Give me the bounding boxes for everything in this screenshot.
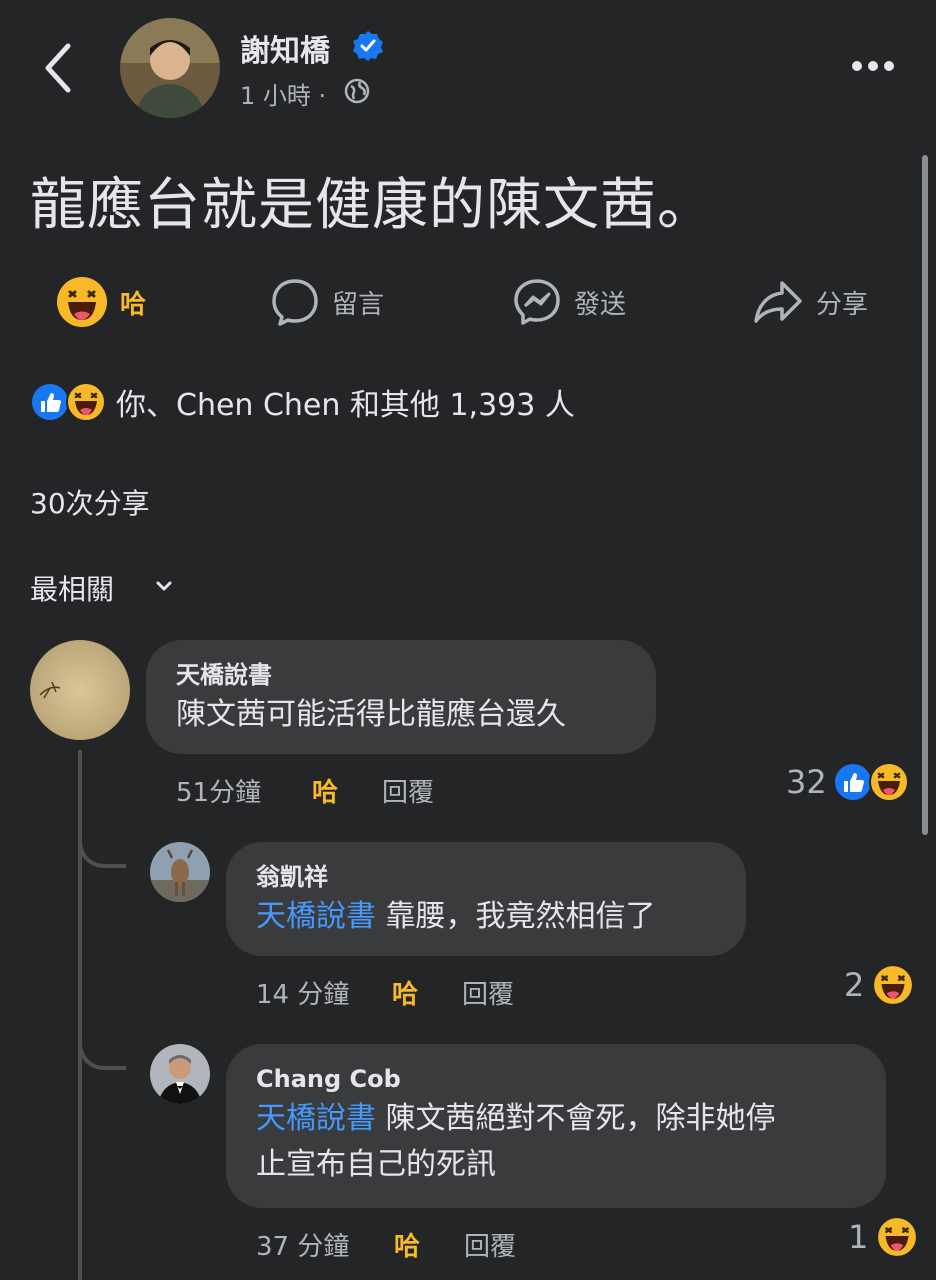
reactions-summary[interactable]: 你、Chen Chen 和其他 1,393 人: [30, 380, 575, 424]
comment-react-button[interactable]: 哈: [392, 974, 418, 1011]
react-label: 哈: [120, 289, 147, 320]
comment-text: 靠腰，我竟然相信了: [385, 899, 656, 934]
back-button[interactable]: [38, 40, 78, 96]
share-button[interactable]: 分享: [752, 276, 868, 328]
reaction-count: 2: [844, 966, 865, 1004]
haha-icon: [872, 964, 915, 1006]
comment-button[interactable]: 留言: [270, 276, 384, 328]
commenter-avatar[interactable]: [150, 1044, 210, 1104]
comment-reactions[interactable]: 32: [786, 762, 909, 802]
send-button[interactable]: 發送: [512, 276, 626, 328]
comment-text: 陳文茜可能活得比龍應台還久: [176, 697, 566, 732]
comment-label: 留言: [332, 289, 385, 320]
comment-body: 天橋說書 陳文茜絕對不會死，除非她停: [256, 1096, 856, 1142]
more-dot: [868, 61, 878, 71]
commenter-avatar[interactable]: [30, 640, 130, 740]
haha-icon: [868, 762, 909, 802]
haha-icon: [57, 277, 107, 327]
shares-count[interactable]: 30次分享: [30, 482, 150, 522]
haha-icon: [66, 382, 106, 422]
thread-branch: [78, 820, 126, 868]
send-label: 發送: [574, 289, 627, 320]
more-dot: [884, 61, 894, 71]
share-icon: [754, 281, 802, 323]
author-avatar[interactable]: [120, 18, 220, 118]
comment-body: 天橋說書 靠腰，我竟然相信了: [256, 894, 716, 940]
more-icon: [852, 61, 862, 71]
thread-branch: [78, 1022, 126, 1070]
comment-time[interactable]: 51分鐘: [176, 772, 261, 809]
post-time[interactable]: 1 小時 ·: [240, 76, 326, 111]
comment-react-button[interactable]: 哈: [312, 772, 338, 809]
chevron-down-icon: [156, 581, 172, 591]
comment-reactions[interactable]: 2: [844, 964, 915, 1006]
comment-react-button[interactable]: 哈: [394, 1226, 420, 1263]
more-options-button[interactable]: [852, 56, 900, 75]
audience-globe: [344, 78, 370, 104]
reaction-icons: [30, 382, 106, 422]
scrollbar[interactable]: [922, 155, 928, 835]
like-icon: [832, 762, 873, 802]
share-label: 分享: [816, 289, 869, 320]
comment-author[interactable]: Chang Cob: [256, 1062, 856, 1096]
like-icon: [30, 382, 70, 422]
commenter-avatar[interactable]: [150, 842, 210, 902]
comment-author[interactable]: 翁凱祥: [256, 860, 716, 894]
mention-link[interactable]: 天橋說書: [256, 1101, 376, 1136]
react-button[interactable]: 哈: [56, 276, 146, 328]
comment-reply-button[interactable]: 回覆: [382, 772, 434, 809]
globe-icon: [344, 78, 370, 104]
comment-reply-button[interactable]: 回覆: [462, 974, 514, 1011]
comment-text-line2: 止宣布自己的死訊: [256, 1147, 496, 1182]
comment-author[interactable]: 天橋說書: [176, 658, 626, 692]
reactions-text: 你、Chen Chen 和其他 1,393 人: [116, 388, 575, 423]
comment-reactions[interactable]: 1: [848, 1216, 919, 1258]
comment-sort-label[interactable]: 最相關: [30, 568, 114, 608]
author-name[interactable]: 謝知橋: [240, 26, 330, 70]
comment-icon: [272, 279, 318, 326]
verified-badge-icon: [353, 31, 383, 61]
verified-badge: [352, 30, 384, 62]
haha-icon: [876, 1216, 919, 1258]
comment-time[interactable]: 37 分鐘: [256, 1226, 349, 1263]
reply-bubble[interactable]: 翁凱祥 天橋說書 靠腰，我竟然相信了: [226, 842, 746, 956]
reply-bubble[interactable]: Chang Cob 天橋說書 陳文茜絕對不會死，除非她停 止宣布自己的死訊: [226, 1044, 886, 1208]
post-text: 龍應台就是健康的陳文茜。: [30, 173, 714, 238]
comment-reply-button[interactable]: 回覆: [464, 1226, 516, 1263]
comment-time[interactable]: 14 分鐘: [256, 974, 349, 1011]
reaction-count: 32: [786, 763, 827, 801]
comment-text-line1: 陳文茜絕對不會死，除非她停: [385, 1101, 776, 1136]
comment-bubble[interactable]: 天橋說書 陳文茜可能活得比龍應台還久: [146, 640, 656, 754]
reaction-count: 1: [848, 1218, 869, 1256]
sort-dropdown[interactable]: [152, 574, 176, 602]
mention-link[interactable]: 天橋說書: [256, 899, 376, 934]
back-icon: [45, 43, 71, 93]
messenger-icon: [514, 279, 560, 325]
